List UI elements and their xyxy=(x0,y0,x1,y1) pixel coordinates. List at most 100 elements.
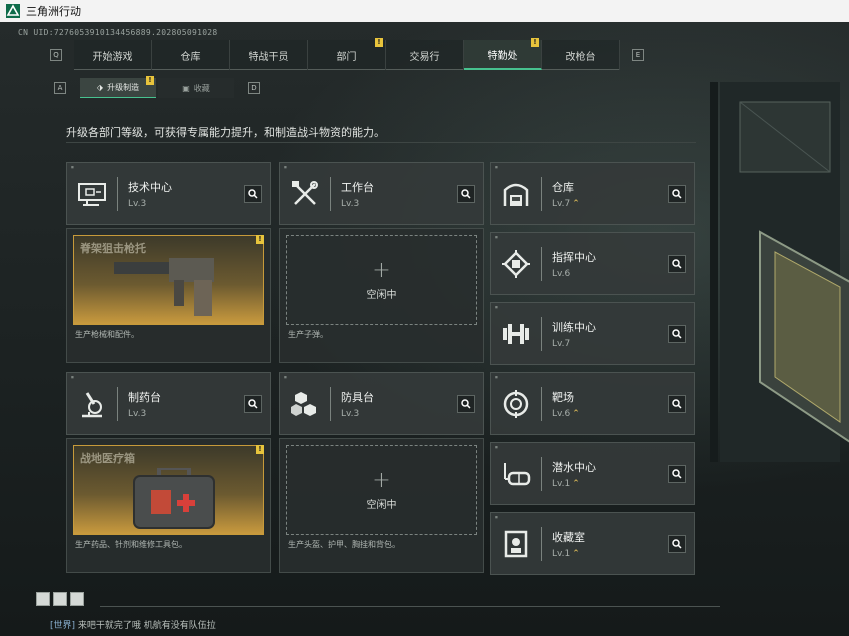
search-icon[interactable] xyxy=(668,254,686,273)
notification-badge: ! xyxy=(146,76,154,85)
facility-warehouse[interactable]: ■ 仓库 Lv.7 ⌃ xyxy=(490,162,695,225)
notification-badge: ! xyxy=(531,38,539,47)
subtab-upgrade-craft[interactable]: ⬗ 升级制造 ! xyxy=(80,76,156,98)
notification-badge: ! xyxy=(256,445,264,454)
product-name: 战地医疗箱 xyxy=(80,452,135,465)
upgrade-available-icon: ⌃ xyxy=(572,548,580,559)
station-workbench[interactable]: ■ 工作台 Lv.3 xyxy=(279,162,484,225)
workbench-production[interactable]: + 空闲中 生产子弹。 xyxy=(279,228,484,363)
idle-slot[interactable]: + 空闲中 xyxy=(286,235,477,325)
idle-label: 空闲中 xyxy=(366,499,397,511)
chat-message: 来吧干就完了哦 机航有没有队伍拉 xyxy=(77,621,216,631)
facility-level: Lv.7 xyxy=(552,338,571,349)
notification-badge: ! xyxy=(375,38,383,47)
subnav-next-key[interactable]: D xyxy=(248,82,260,94)
search-icon[interactable] xyxy=(457,394,475,413)
search-icon[interactable] xyxy=(244,394,262,413)
product-preview[interactable]: 脊架狙击枪托 ! xyxy=(73,235,264,325)
facility-level-text: Lv.6 xyxy=(552,408,571,419)
armor-production[interactable]: + 空闲中 生产头盔、护甲、胸挂和背包。 xyxy=(279,438,484,573)
facility-collection-room[interactable]: ■ 收藏室 Lv.1 ⌃ xyxy=(490,512,695,575)
search-icon[interactable] xyxy=(668,394,686,413)
station-tech-center[interactable]: ■ 技术中心 Lv.3 xyxy=(66,162,271,225)
card-separator xyxy=(541,246,542,281)
window-titlebar: 三角洲行动 xyxy=(0,0,849,22)
tab-label: 交易行 xyxy=(409,51,440,63)
card-corner-mark: ■ xyxy=(495,515,498,519)
tab-label: 开始游戏 xyxy=(92,51,133,63)
search-icon[interactable] xyxy=(668,184,686,203)
cubes-icon xyxy=(288,387,322,421)
facility-level: Lv.7 ⌃ xyxy=(552,199,580,209)
tab-trading[interactable]: 交易行 xyxy=(386,40,464,70)
tools-icon xyxy=(288,177,322,211)
station-level: Lv.3 xyxy=(128,408,147,419)
facility-level-text: Lv.1 xyxy=(552,478,571,489)
tech-center-icon xyxy=(75,177,109,211)
facility-shooting-range[interactable]: ■ 靶场 Lv.6 ⌃ xyxy=(490,372,695,435)
tab-label: 特战干员 xyxy=(248,51,289,63)
station-level: Lv.3 xyxy=(341,408,360,419)
game-scene: CN UID:7276053910134456889.202805091028 … xyxy=(0,22,849,636)
upgrade-icon: ⬗ xyxy=(96,83,104,92)
facility-name: 潜水中心 xyxy=(552,460,596,474)
chat-channel: [世界] xyxy=(50,621,76,631)
upgrade-available-icon: ⌃ xyxy=(572,478,580,489)
notification-badge: ! xyxy=(256,235,264,244)
window-title: 三角洲行动 xyxy=(26,5,81,18)
medkit-icon xyxy=(133,468,215,529)
station-description: 生产子弹。 xyxy=(288,330,328,339)
idle-slot[interactable]: + 空闲中 xyxy=(286,445,477,535)
tab-operators[interactable]: 特战干员 xyxy=(230,40,308,70)
card-separator xyxy=(330,176,331,211)
facility-command-center[interactable]: ■ 指挥中心 Lv.6 xyxy=(490,232,695,295)
quick-slot-icon[interactable] xyxy=(70,592,84,606)
chat-line[interactable]: [世界] 来吧干就完了哦 机航有没有队伍拉 xyxy=(50,618,216,631)
station-armor[interactable]: ■ 防具台 Lv.3 xyxy=(279,372,484,435)
tab-label: 仓库 xyxy=(180,51,201,63)
subnav-prev-key[interactable]: A xyxy=(54,82,66,94)
facility-level: Lv.1 ⌃ xyxy=(552,479,596,489)
facility-name: 收藏室 xyxy=(552,530,585,544)
tab-department[interactable]: 部门! xyxy=(308,38,386,70)
search-icon[interactable] xyxy=(457,184,475,203)
search-icon[interactable] xyxy=(668,324,686,343)
nav-prev-key[interactable]: Q xyxy=(50,49,62,61)
pharmacy-production[interactable]: 战地医疗箱 ! 生产药品、针剂和维修工具包。 xyxy=(66,438,271,573)
quick-slot-icon[interactable] xyxy=(36,592,50,606)
tab-gunsmith[interactable]: 改枪台 xyxy=(542,40,620,70)
tab-start-game[interactable]: 开始游戏 xyxy=(74,40,152,70)
card-corner-mark: ■ xyxy=(284,375,287,379)
app-logo-icon xyxy=(6,4,20,18)
display-case-icon xyxy=(499,527,533,561)
facility-level: Lv.6 xyxy=(552,268,571,279)
facility-diving-center[interactable]: ■ 潜水中心 Lv.1 ⌃ xyxy=(490,442,695,505)
card-corner-mark: ■ xyxy=(495,235,498,239)
main-nav: Q 开始游戏 仓库 特战干员 部门! 交易行 特勤处! 改枪台 E xyxy=(50,38,650,70)
card-separator xyxy=(541,176,542,211)
facility-name: 指挥中心 xyxy=(552,250,596,264)
nav-next-key[interactable]: E xyxy=(632,49,644,61)
facility-level: Lv.6 ⌃ xyxy=(552,409,580,419)
card-separator xyxy=(541,316,542,351)
quick-slot-icon[interactable] xyxy=(53,592,67,606)
search-icon[interactable] xyxy=(244,184,262,203)
search-icon[interactable] xyxy=(668,464,686,483)
card-corner-mark: ■ xyxy=(71,375,74,379)
intro-divider xyxy=(66,142,696,143)
station-level: Lv.3 xyxy=(341,198,360,209)
card-separator xyxy=(541,526,542,561)
station-name: 工作台 xyxy=(341,180,374,194)
subtab-collection[interactable]: ▣ 收藏 xyxy=(158,78,234,98)
tab-warehouse[interactable]: 仓库 xyxy=(152,40,230,70)
product-preview[interactable]: 战地医疗箱 ! xyxy=(73,445,264,535)
station-pharmacy[interactable]: ■ 制药台 Lv.3 xyxy=(66,372,271,435)
subtab-label: 收藏 xyxy=(193,83,210,93)
card-corner-mark: ■ xyxy=(495,445,498,449)
search-icon[interactable] xyxy=(668,534,686,553)
card-corner-mark: ■ xyxy=(495,305,498,309)
tab-special-ops[interactable]: 特勤处! xyxy=(464,38,542,70)
facility-training-center[interactable]: ■ 训练中心 Lv.7 xyxy=(490,302,695,365)
tech-center-production[interactable]: 脊架狙击枪托 ! 生产枪械和配件。 xyxy=(66,228,271,363)
station-name: 技术中心 xyxy=(128,180,172,194)
